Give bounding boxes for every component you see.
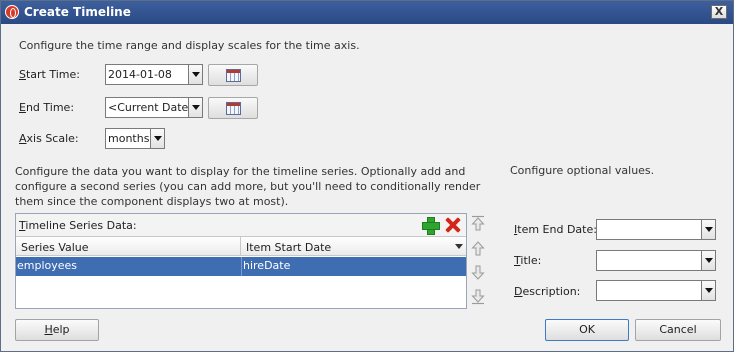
end-time-calendar-button[interactable]: [208, 97, 258, 119]
calendar-icon: [226, 102, 241, 115]
move-bottom-icon: [471, 289, 485, 305]
series-description: Configure the data you want to display f…: [15, 165, 481, 208]
ok-button[interactable]: OK: [545, 319, 629, 341]
delete-icon[interactable]: [445, 217, 461, 233]
oracle-app-icon: [5, 5, 19, 19]
start-time-label: Start Time:: [19, 68, 80, 81]
description-label: Description:: [514, 285, 581, 298]
title-bar[interactable]: Create Timeline X: [1, 1, 733, 24]
chevron-down-icon[interactable]: [188, 98, 202, 117]
axis-scale-value: months: [108, 132, 150, 145]
chevron-down-icon[interactable]: [701, 251, 715, 270]
column-header-series-value[interactable]: Series Value: [16, 236, 241, 256]
axis-scale-label: Axis Scale:: [19, 132, 79, 145]
item-end-date-label: Item End Date:: [514, 223, 597, 236]
move-to-bottom-button[interactable]: [471, 289, 485, 305]
table-row[interactable]: employees hireDate: [16, 257, 466, 276]
timeline-series-panel: Timeline Series Data: Series Value Item …: [15, 213, 467, 309]
axis-scale-combo[interactable]: months: [105, 128, 165, 149]
chevron-down-icon[interactable]: [188, 65, 202, 84]
optional-values-title: Configure optional values.: [510, 164, 655, 177]
chevron-down-icon[interactable]: [701, 220, 715, 239]
item-end-date-combo[interactable]: [596, 219, 716, 240]
column-header-item-start-date[interactable]: Item Start Date: [241, 236, 466, 256]
dialog-title: Create Timeline: [24, 5, 131, 19]
timeline-series-header: Timeline Series Data:: [16, 214, 466, 236]
arrow-down-icon: [471, 265, 485, 280]
timeline-series-label: Timeline Series Data:: [19, 219, 137, 232]
create-timeline-dialog: Create Timeline X Configure the time ran…: [0, 0, 734, 352]
help-button[interactable]: Help: [15, 319, 99, 341]
arrow-up-icon: [471, 241, 485, 256]
start-time-value: 2014-01-08: [108, 68, 172, 81]
end-time-value: <Current Date>: [108, 101, 198, 114]
chevron-down-icon[interactable]: [150, 129, 164, 148]
description-combo[interactable]: [596, 280, 716, 301]
add-icon[interactable]: [422, 217, 440, 235]
end-time-label: End Time:: [19, 101, 75, 114]
end-time-combo[interactable]: <Current Date>: [105, 97, 203, 118]
move-down-button[interactable]: [471, 265, 485, 281]
move-up-button[interactable]: [471, 241, 485, 257]
calendar-icon: [226, 69, 241, 82]
move-to-top-button[interactable]: [471, 215, 485, 231]
intro-text: Configure the time range and display sca…: [19, 39, 360, 52]
series-value-cell[interactable]: employees: [17, 259, 77, 272]
chevron-down-icon[interactable]: [701, 281, 715, 300]
move-top-icon: [471, 215, 485, 231]
start-time-calendar-button[interactable]: [208, 64, 258, 86]
title-combo[interactable]: [596, 250, 716, 271]
cancel-button[interactable]: Cancel: [635, 319, 721, 341]
close-button[interactable]: X: [711, 5, 727, 19]
sort-dropdown-icon[interactable]: [455, 244, 463, 249]
item-start-date-cell[interactable]: hireDate: [241, 257, 290, 276]
start-time-combo[interactable]: 2014-01-08: [105, 64, 203, 85]
title-label: Title:: [514, 254, 542, 267]
